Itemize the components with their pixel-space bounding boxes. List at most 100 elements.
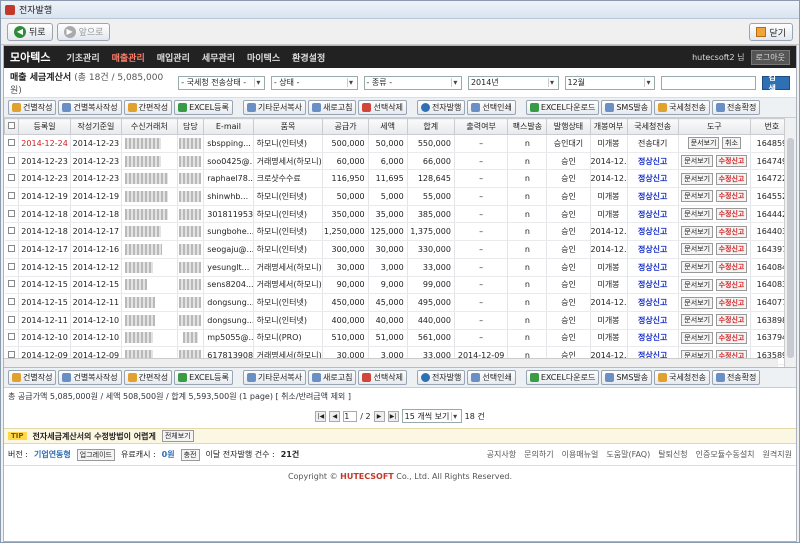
- last-page-icon[interactable]: ▶|: [387, 410, 399, 422]
- checkbox[interactable]: [7, 174, 15, 182]
- single-create-button[interactable]: 건별작성: [8, 370, 57, 385]
- charge-button[interactable]: 충전: [180, 448, 200, 461]
- table-row[interactable]: 2014-12-172014-12-16세가정원통 서가정seogaju@...하…: [4, 240, 795, 259]
- search-input[interactable]: [661, 75, 756, 90]
- col-header[interactable]: 세액: [367, 118, 408, 135]
- view-doc-button[interactable]: 문서보기: [687, 137, 720, 150]
- view-doc-button[interactable]: 문서보기: [681, 172, 714, 185]
- col-header[interactable]: 수신거래처: [121, 118, 178, 135]
- prev-page-icon[interactable]: ◀: [329, 410, 341, 422]
- year-select[interactable]: 2014년 ▾: [467, 75, 559, 90]
- select-all-checkbox[interactable]: [4, 118, 20, 135]
- row-checkbox[interactable]: [4, 134, 20, 153]
- excel-register-button[interactable]: EXCEL등록: [174, 370, 233, 385]
- checkbox[interactable]: [7, 209, 15, 217]
- customer[interactable]: (주)예성: [121, 258, 178, 277]
- excel-download-button[interactable]: EXCEL다운로드: [525, 100, 600, 115]
- sms-button[interactable]: SMS발송: [601, 370, 653, 385]
- link-notice[interactable]: 공지사항: [487, 449, 516, 460]
- link-inquiry[interactable]: 문의하기: [524, 449, 553, 460]
- customer[interactable]: 동신솔: [121, 276, 178, 295]
- other-doc-copy-button[interactable]: 기타문서복사: [242, 100, 307, 115]
- horizontal-scrollbar[interactable]: [4, 358, 778, 367]
- nts-status-select[interactable]: - 국세청 전송상태 - ▾: [178, 75, 265, 90]
- refresh-button[interactable]: 새로고침: [308, 100, 357, 115]
- other-doc-copy-button[interactable]: 기타문서복사: [242, 370, 307, 385]
- link-cert-install[interactable]: 인증모듈수동설치: [696, 449, 755, 460]
- checkbox[interactable]: [7, 244, 15, 252]
- checkbox[interactable]: [7, 227, 15, 235]
- view-doc-button[interactable]: 문서보기: [681, 208, 714, 221]
- row-checkbox[interactable]: [4, 311, 20, 330]
- kind-select[interactable]: - 종류 - ▾: [363, 75, 462, 90]
- table-row[interactable]: 2014-12-192014-12-19(주)신한토크이승철shinwhb...…: [4, 187, 795, 206]
- checkbox[interactable]: [8, 122, 16, 129]
- col-header[interactable]: 공급가: [322, 118, 369, 135]
- customer[interactable]: (주)신한토크: [121, 187, 178, 206]
- row-checkbox[interactable]: [4, 205, 20, 224]
- view-doc-button[interactable]: 문서보기: [681, 278, 714, 291]
- row-action-button[interactable]: 수정신고: [715, 331, 748, 344]
- row-action-button[interactable]: 수정신고: [715, 278, 748, 291]
- link-manual[interactable]: 이용매뉴얼: [562, 449, 599, 460]
- table-row[interactable]: 2014-12-152014-12-15동신솔조윤섭sens8204...거래명…: [4, 276, 795, 295]
- first-page-icon[interactable]: |◀: [315, 410, 327, 422]
- view-doc-button[interactable]: 문서보기: [681, 190, 714, 203]
- excel-register-button[interactable]: EXCEL등록: [174, 100, 233, 115]
- customer[interactable]: (주)대다산업: [121, 169, 178, 189]
- table-row[interactable]: 2014-12-102014-12-10(주)엠피엠피mp5055@...하모니…: [4, 329, 795, 348]
- checkbox[interactable]: [7, 280, 15, 288]
- checkbox[interactable]: [7, 333, 15, 341]
- search-button[interactable]: 검색: [761, 73, 790, 93]
- customer[interactable]: (주)대성종: [121, 152, 178, 171]
- row-action-button[interactable]: 수정신고: [715, 172, 748, 185]
- copy-create-button[interactable]: 건별복사작성: [58, 100, 122, 115]
- copy-create-button[interactable]: 건별복사작성: [58, 370, 122, 385]
- confirm-send-button[interactable]: 전송확정: [711, 100, 761, 115]
- view-doc-button[interactable]: 문서보기: [681, 296, 714, 309]
- row-action-button[interactable]: 수정신고: [715, 155, 748, 168]
- table-row[interactable]: 2014-12-152014-12-12(주)예성 신영일yesunglt...거…: [4, 258, 795, 277]
- row-action-button[interactable]: 수정신고: [715, 243, 748, 256]
- refresh-button[interactable]: 새로고침: [308, 370, 357, 385]
- row-checkbox[interactable]: [4, 276, 20, 295]
- row-checkbox[interactable]: [4, 222, 20, 242]
- delete-selected-button[interactable]: 선택삭제: [358, 100, 407, 115]
- table-row[interactable]: 2014-12-112014-12-10동성실업 김동성dongsung...하모…: [4, 311, 795, 330]
- per-page-select[interactable]: 15 개씩 보기 ▾: [401, 409, 462, 423]
- col-header[interactable]: 발행상태: [546, 118, 591, 135]
- scroll-thumb[interactable]: [787, 138, 794, 358]
- customer[interactable]: (주)한국요: [121, 134, 178, 153]
- row-checkbox[interactable]: [4, 187, 20, 206]
- view-doc-button[interactable]: 문서보기: [681, 261, 714, 274]
- menu-tax[interactable]: 세무관리: [196, 51, 241, 64]
- row-action-button[interactable]: 수정신고: [715, 208, 748, 221]
- row-checkbox[interactable]: [4, 240, 20, 259]
- confirm-send-button[interactable]: 전송확정: [711, 370, 761, 385]
- view-all-button[interactable]: 전체보기: [161, 430, 194, 442]
- print-selected-button[interactable]: 선택인쇄: [467, 100, 516, 115]
- sms-button[interactable]: SMS발송: [601, 100, 653, 115]
- customer[interactable]: (주)엠피: [121, 329, 178, 348]
- col-header[interactable]: 등록일: [18, 118, 71, 135]
- menu-settings[interactable]: 환경설정: [286, 51, 331, 64]
- checkbox[interactable]: [7, 138, 15, 146]
- row-checkbox[interactable]: [4, 329, 20, 348]
- view-doc-button[interactable]: 문서보기: [681, 155, 714, 168]
- vertical-scrollbar[interactable]: [784, 118, 796, 367]
- row-checkbox[interactable]: [4, 293, 20, 312]
- excel-download-button[interactable]: EXCEL다운로드: [525, 370, 600, 385]
- col-header[interactable]: 담당: [176, 118, 205, 135]
- checkbox[interactable]: [7, 156, 15, 164]
- view-doc-button[interactable]: 문서보기: [681, 314, 714, 327]
- col-header[interactable]: 국세청전송: [626, 118, 679, 135]
- row-action-button[interactable]: 수정신고: [715, 190, 748, 203]
- checkbox[interactable]: [7, 191, 15, 199]
- link-faq[interactable]: 도움말(FAQ): [606, 449, 650, 460]
- back-button[interactable]: ◀ 뒤로: [7, 22, 53, 41]
- checkbox[interactable]: [7, 315, 15, 323]
- col-header[interactable]: 작성기준일: [69, 118, 123, 135]
- month-select[interactable]: 12월 ▾: [564, 75, 656, 90]
- table-row[interactable]: 2014-12-232014-12-23(주)대다산업최병준raphael78.…: [4, 169, 795, 189]
- page-input[interactable]: 1: [343, 410, 358, 422]
